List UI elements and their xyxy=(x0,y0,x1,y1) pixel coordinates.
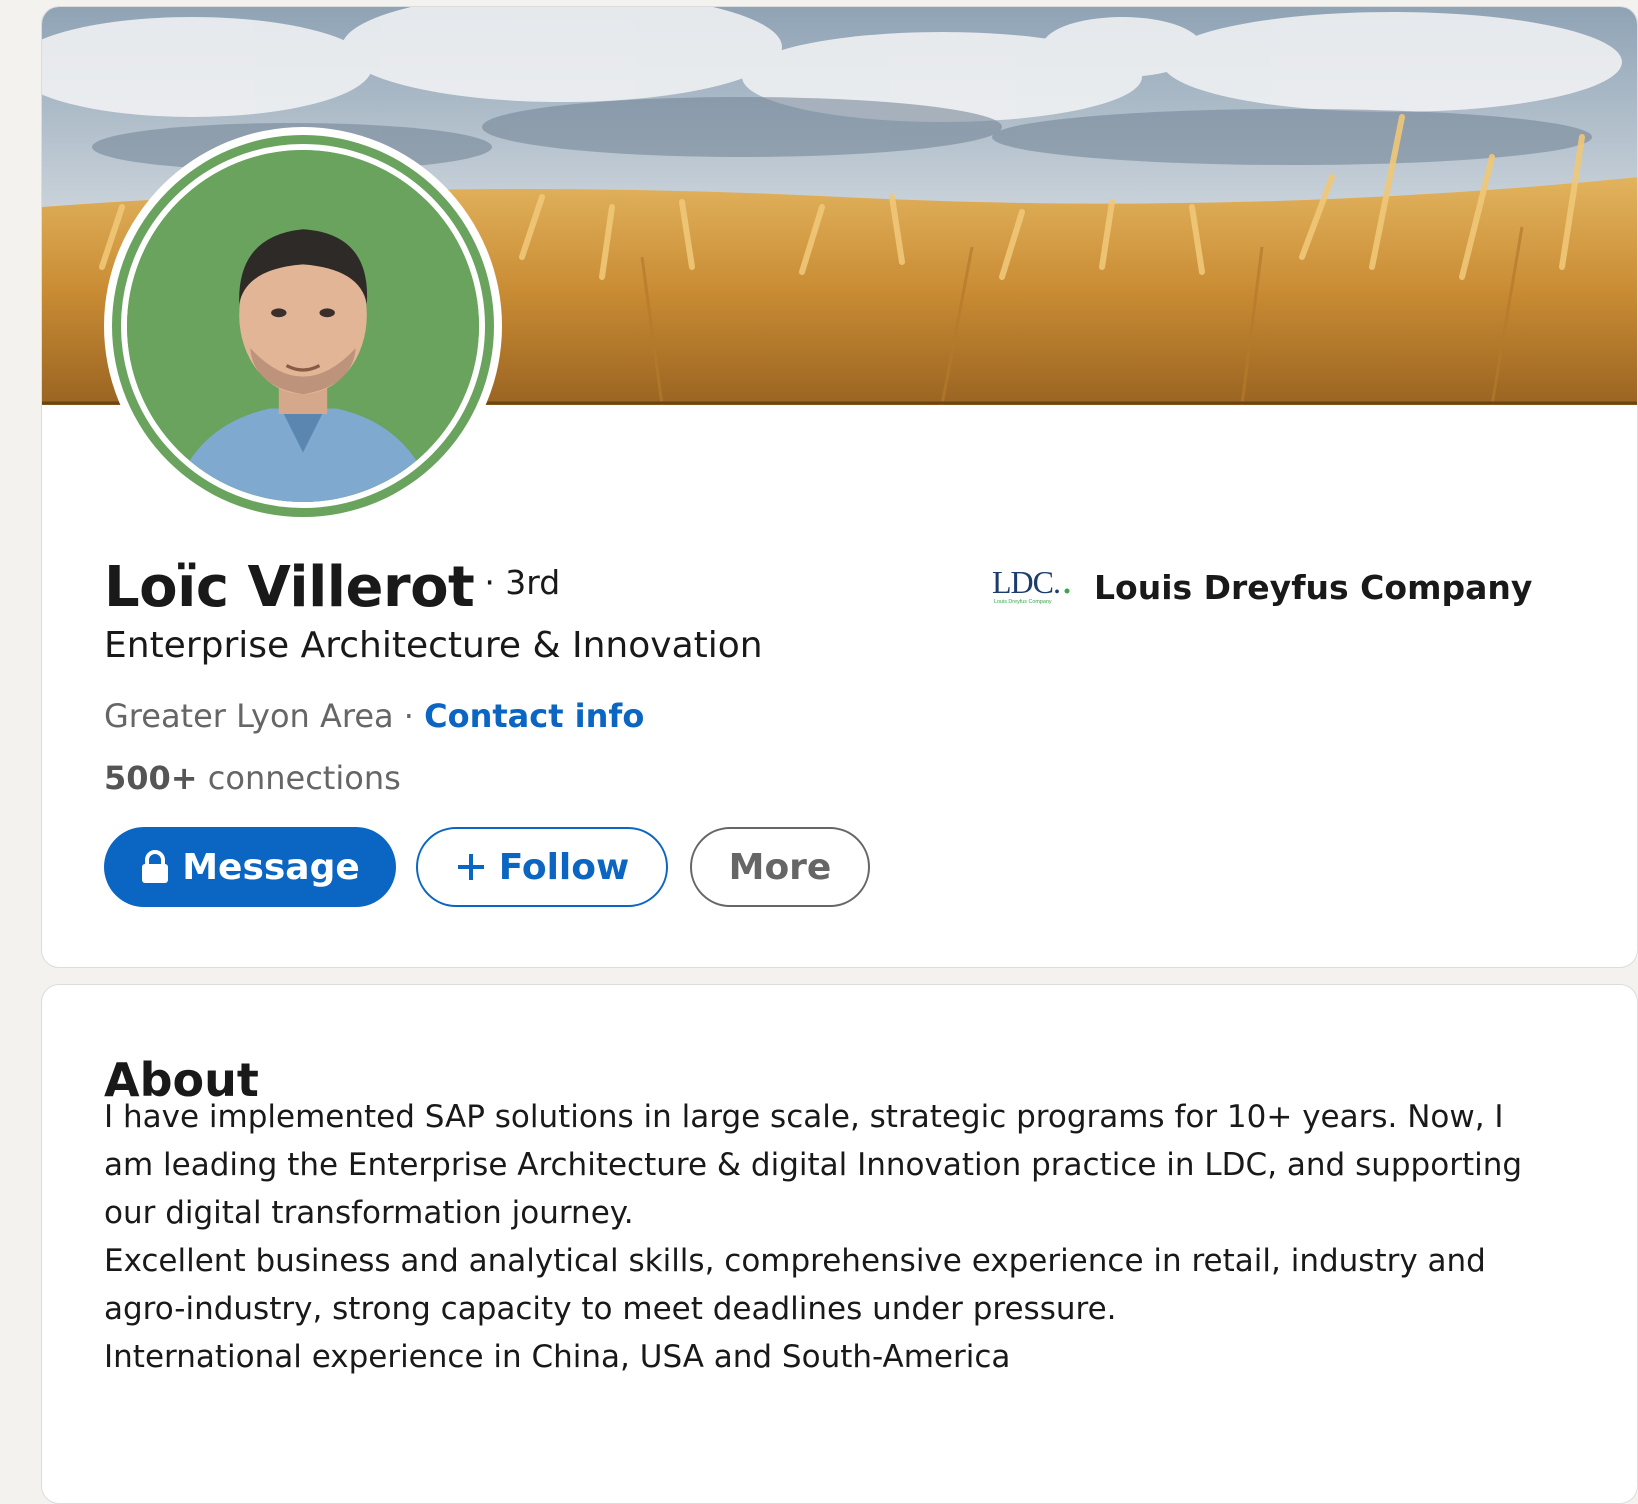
avatar xyxy=(121,144,485,508)
contact-info-link[interactable]: Contact info xyxy=(424,697,644,735)
profile-name: Loïc Villerot xyxy=(104,555,475,620)
avatar-ring xyxy=(112,135,494,517)
connections-label: connections xyxy=(197,759,401,797)
svg-text:LDC.: LDC. xyxy=(992,564,1060,600)
about-paragraph: Excellent business and analytical skills… xyxy=(104,1243,1486,1327)
ldc-logo: LDC. Louis Dreyfus Company xyxy=(992,564,1070,605)
svg-text:Louis Dreyfus Company: Louis Dreyfus Company xyxy=(994,599,1052,605)
about-section: About I have implemented SAP solutions i… xyxy=(41,984,1638,1504)
profile-headline: Enterprise Architecture & Innovation xyxy=(104,625,763,666)
name-row: Loïc Villerot · 3rd xyxy=(104,555,560,620)
about-paragraph: I have implemented SAP solutions in larg… xyxy=(104,1099,1523,1231)
about-paragraph: International experience in China, USA a… xyxy=(104,1339,1011,1375)
plus-icon xyxy=(457,854,484,880)
location-text: Greater Lyon Area xyxy=(104,697,394,735)
location-separator: · xyxy=(393,697,425,735)
connections-count[interactable]: 500+ connections xyxy=(104,759,401,797)
more-label: More xyxy=(728,846,832,888)
about-text: I have implemented SAP solutions in larg… xyxy=(104,1093,1544,1381)
follow-label: Follow xyxy=(498,846,630,888)
message-button[interactable]: Message xyxy=(104,827,396,907)
connection-degree: · 3rd xyxy=(484,563,561,602)
current-company[interactable]: LDC. Louis Dreyfus Company Louis Dreyfus… xyxy=(992,563,1532,611)
connections-number: 500+ xyxy=(104,759,198,797)
lock-icon xyxy=(142,850,169,883)
follow-button[interactable]: Follow xyxy=(416,827,668,907)
profile-photo[interactable] xyxy=(104,127,502,525)
message-label: Message xyxy=(182,846,360,888)
company-name: Louis Dreyfus Company xyxy=(1094,567,1533,607)
profile-card: Loïc Villerot · 3rd Enterprise Architect… xyxy=(41,6,1638,968)
location-row: Greater Lyon Area · Contact info xyxy=(104,697,644,735)
more-button[interactable]: More xyxy=(690,827,870,907)
